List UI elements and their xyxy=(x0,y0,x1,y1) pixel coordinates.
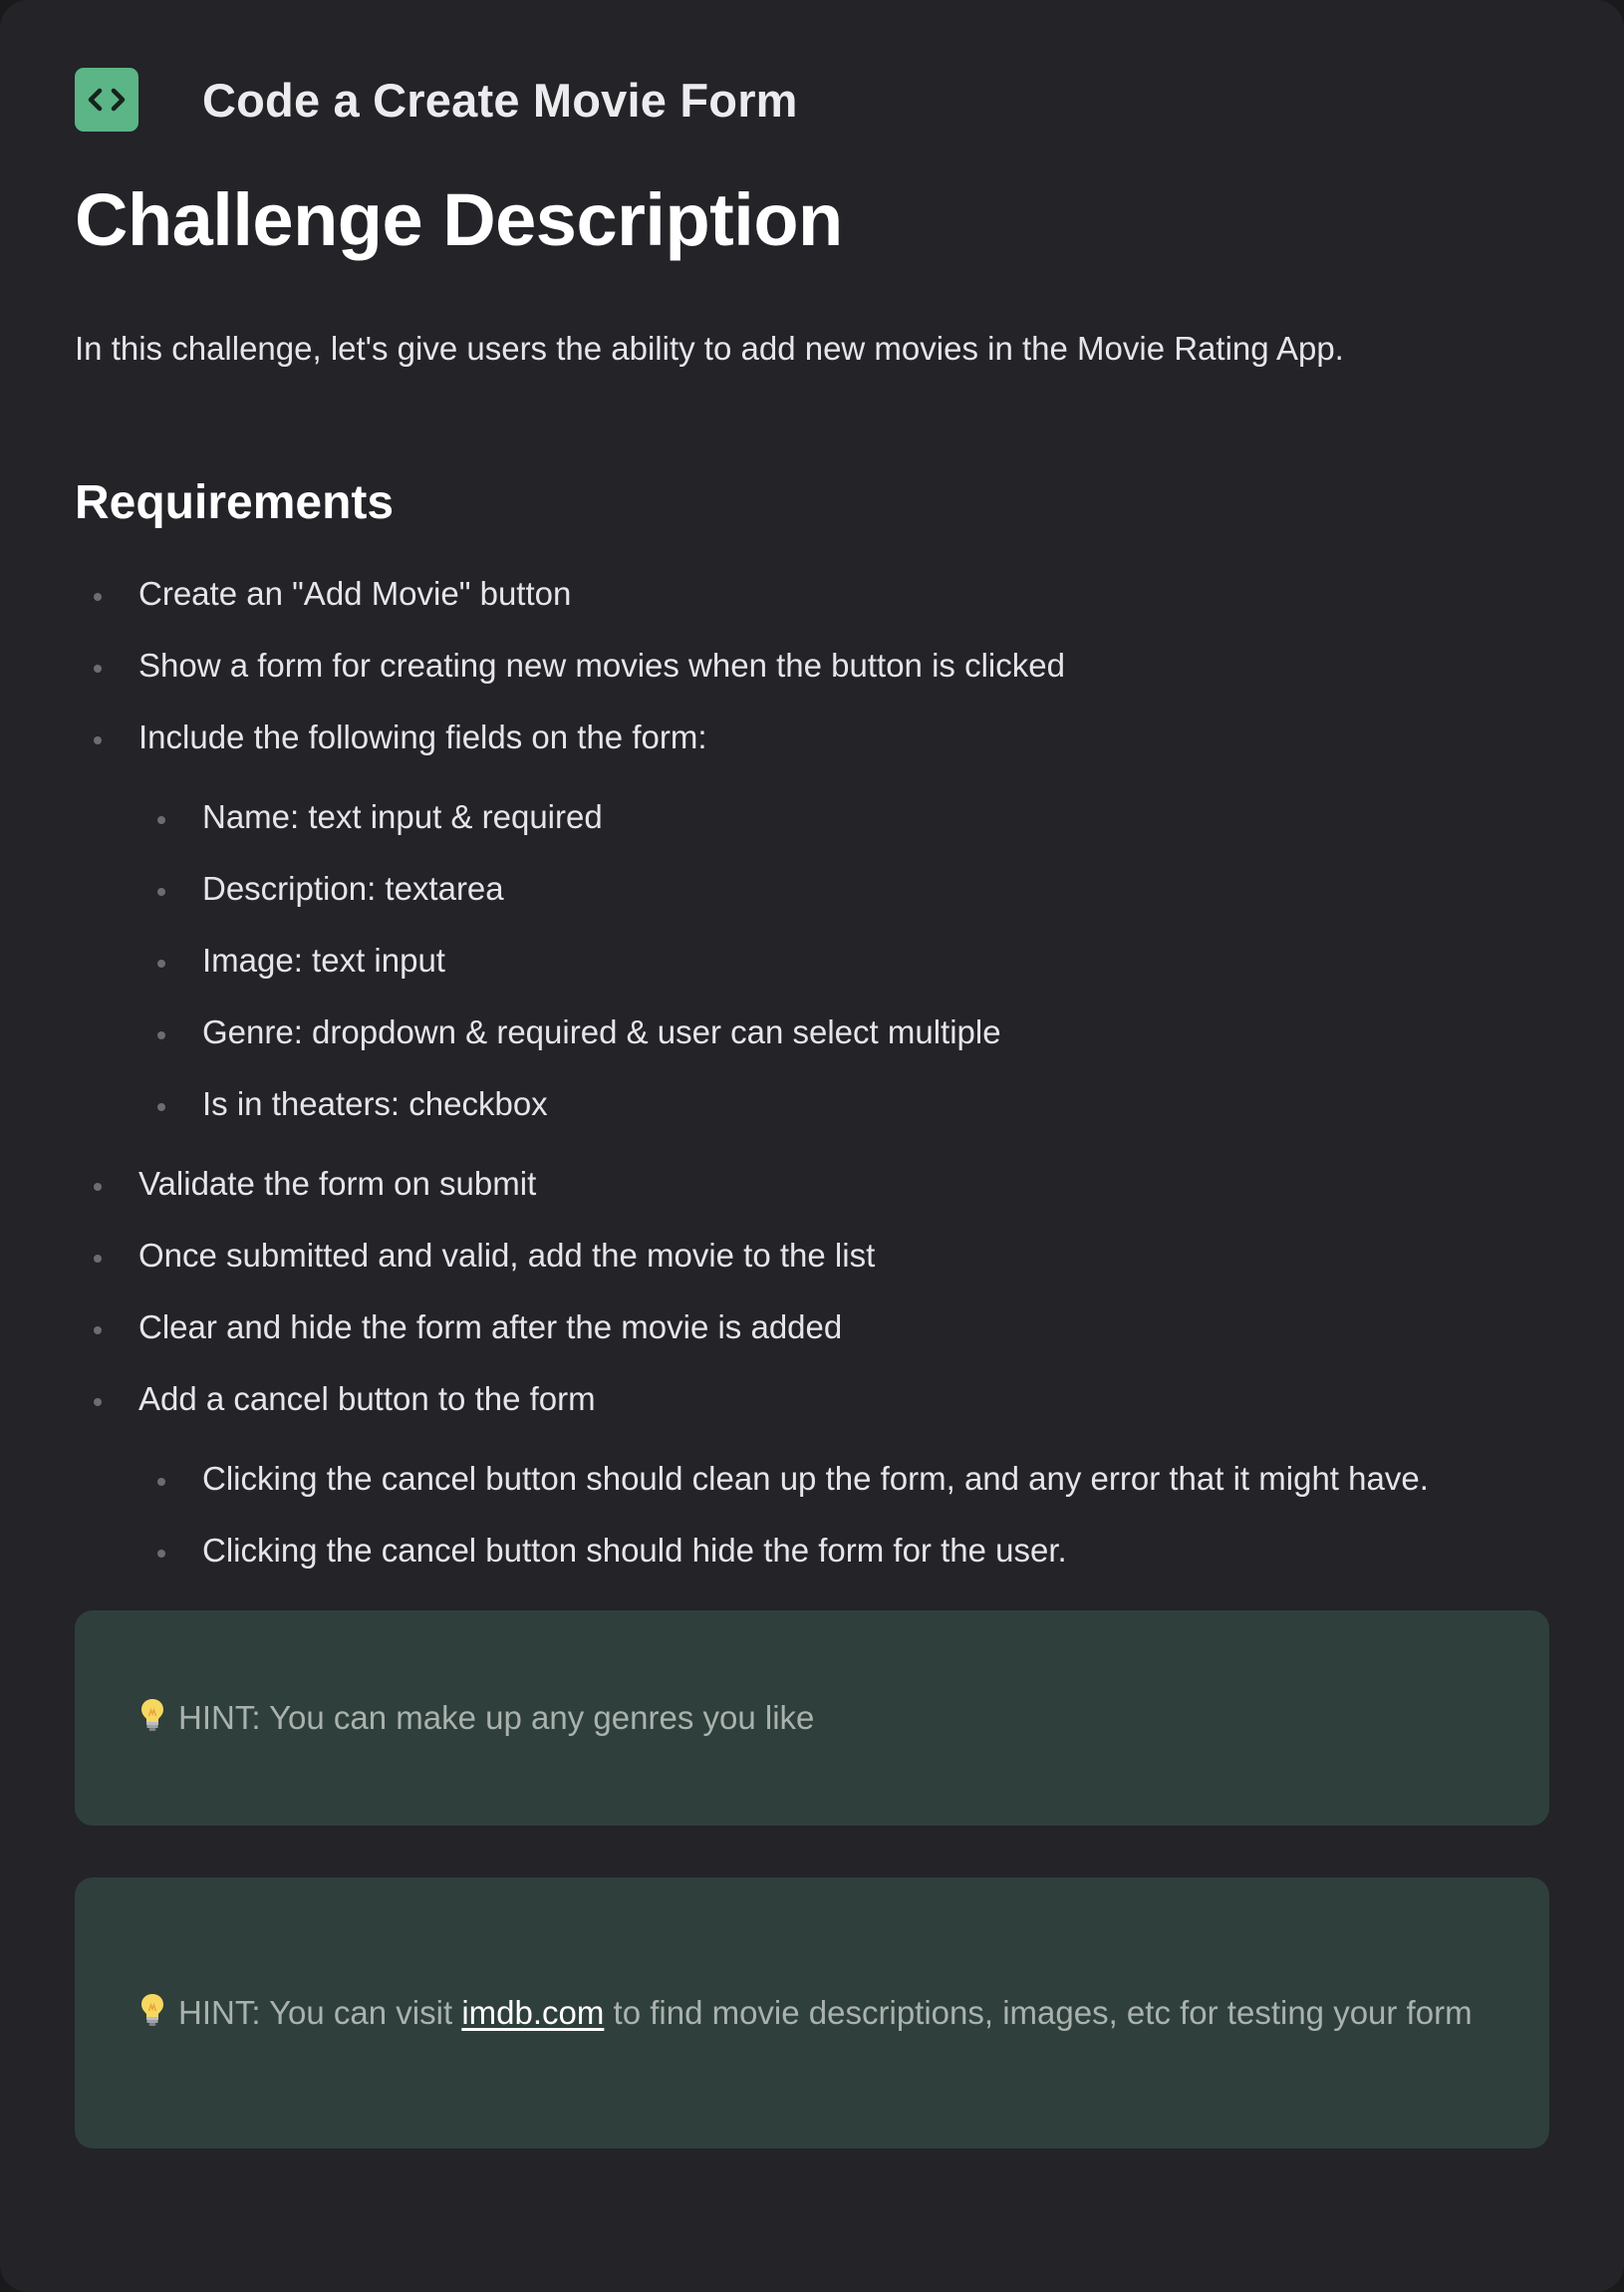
header-title: Code a Create Movie Form xyxy=(202,73,798,127)
hint-text: HINT: You can make up any genres you lik… xyxy=(138,1690,814,1746)
list-item: Show a form for creating new movies when… xyxy=(75,646,1549,686)
list-item-label: Include the following fields on the form… xyxy=(138,717,707,755)
hint-callout: HINT: You can make up any genres you lik… xyxy=(75,1609,1549,1826)
sub-list-item: Is in theaters: checkbox xyxy=(138,1084,1549,1124)
sub-list-item: Image: text input xyxy=(138,941,1549,981)
list-item: Clear and hide the form after the movie … xyxy=(75,1307,1549,1347)
sub-list-item: Genre: dropdown & required & user can se… xyxy=(138,1012,1549,1052)
list-item: Once submitted and valid, add the movie … xyxy=(75,1236,1549,1276)
challenge-card: Code a Create Movie Form Challenge Descr… xyxy=(0,0,1624,2292)
lightbulb-icon xyxy=(141,1698,163,1731)
sub-list-item: Name: text input & required xyxy=(138,797,1549,837)
sub-list-item: Clicking the cancel button should clean … xyxy=(138,1459,1549,1499)
sub-list: Clicking the cancel button should clean … xyxy=(138,1459,1549,1571)
header: Code a Create Movie Form xyxy=(75,52,1549,147)
list-item: Validate the form on submit xyxy=(75,1164,1549,1204)
list-item-label: Add a cancel button to the form xyxy=(138,1379,596,1417)
list-item: Include the following fields on the form… xyxy=(75,717,1549,1124)
hint-label: HINT: You can make up any genres you lik… xyxy=(178,1698,815,1736)
requirements-list: Create an "Add Movie" button Show a form… xyxy=(75,574,1549,1571)
page-title: Challenge Description xyxy=(75,178,843,261)
hint-callout: HINT: You can visit imdb.com to find mov… xyxy=(75,1876,1549,2149)
hint-label: HINT: You can visit xyxy=(178,1993,462,2031)
list-item: Add a cancel button to the form Clicking… xyxy=(75,1379,1549,1571)
requirements-heading: Requirements xyxy=(75,476,395,530)
code-icon xyxy=(75,68,138,132)
sub-list-item: Clicking the cancel button should hide t… xyxy=(138,1531,1549,1571)
hint-text: HINT: You can visit imdb.com to find mov… xyxy=(138,1985,1473,2041)
intro-paragraph: In this challenge, let's give users the … xyxy=(75,330,1344,368)
sub-list: Name: text input & required Description:… xyxy=(138,797,1549,1124)
list-item: Create an "Add Movie" button xyxy=(75,574,1549,614)
hint-label: to find movie descriptions, images, etc … xyxy=(604,1993,1473,2031)
lightbulb-icon xyxy=(141,1993,163,2026)
sub-list-item: Description: textarea xyxy=(138,869,1549,909)
imdb-link[interactable]: imdb.com xyxy=(461,1994,604,2031)
